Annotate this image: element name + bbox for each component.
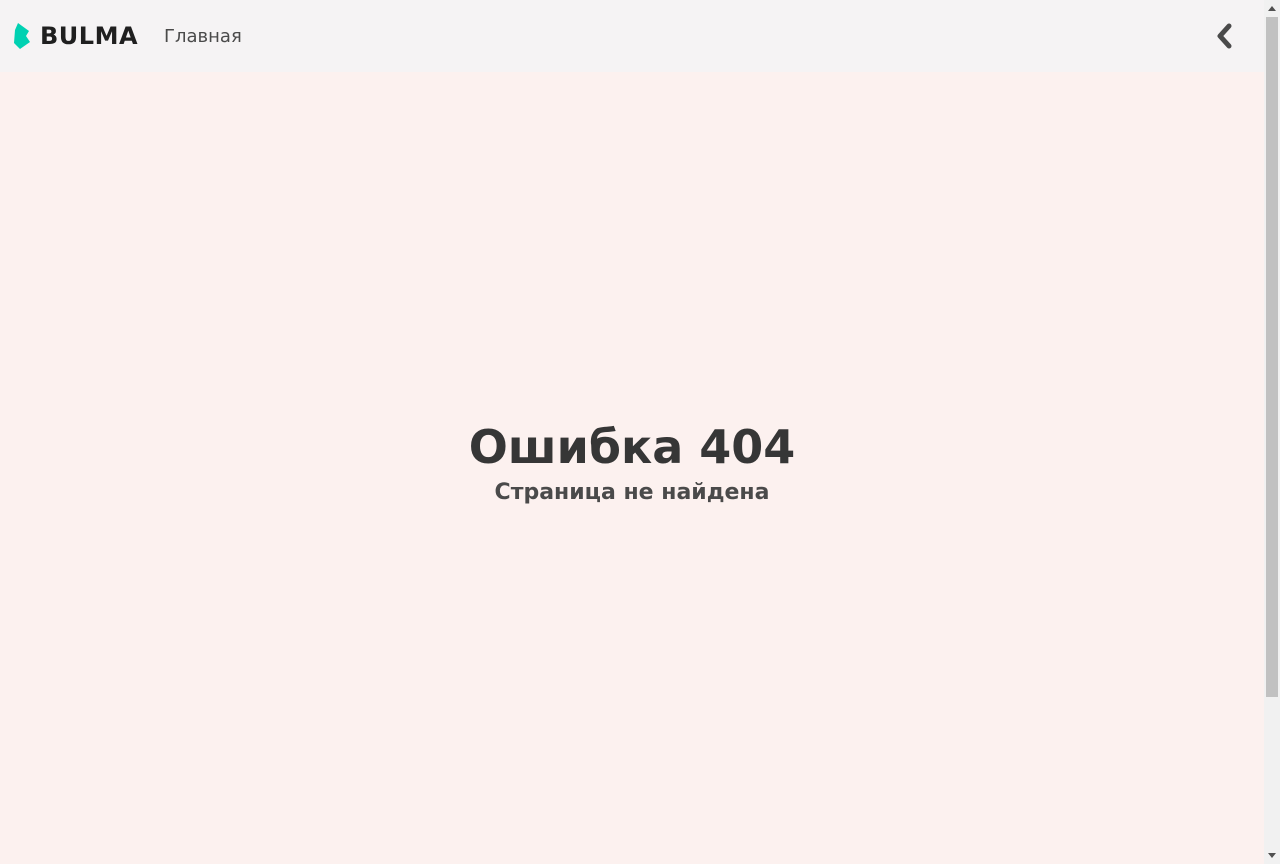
scroll-up-arrow-icon[interactable]: [1264, 0, 1280, 16]
page: BULMA Главная Ошибка 404 Страница не най…: [0, 0, 1280, 864]
nav-link-home[interactable]: Главная: [164, 26, 242, 47]
back-button[interactable]: [1208, 20, 1240, 52]
scroll-down-arrow-icon[interactable]: [1264, 848, 1280, 864]
navbar: BULMA Главная: [0, 0, 1264, 72]
page-subtitle: Страница не найдена: [494, 480, 770, 506]
chevron-left-icon: [1217, 23, 1232, 49]
page-title: Ошибка 404: [468, 419, 796, 474]
vertical-scrollbar[interactable]: [1264, 0, 1280, 864]
brand-name: BULMA: [40, 22, 139, 50]
bulma-logo-icon: [14, 23, 30, 49]
brand-link[interactable]: BULMA: [12, 22, 138, 50]
scroll-thumb[interactable]: [1266, 17, 1278, 697]
error-content: Ошибка 404 Страница не найдена: [0, 72, 1264, 864]
